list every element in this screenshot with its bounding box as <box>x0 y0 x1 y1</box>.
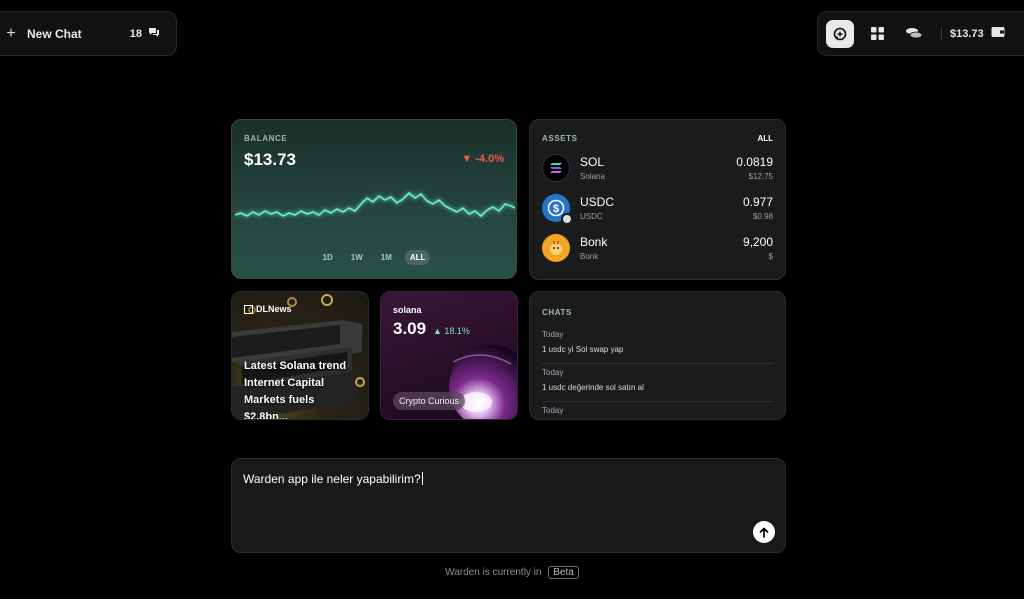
chats-icon[interactable] <box>148 25 160 43</box>
chats-card: CHATS Today 1 usdc yi Sol swap yap Today… <box>529 291 786 420</box>
grid-icon[interactable] <box>863 20 891 48</box>
message-input[interactable]: Warden app ile neler yapabilirim? <box>243 472 423 486</box>
assets-all-link[interactable]: ALL <box>757 134 773 143</box>
chat-plus-icon[interactable] <box>826 19 854 48</box>
chat-title: 1 usdc değerinde sol satın al <box>542 383 644 392</box>
token-change: ▲ 18.1% <box>433 326 470 336</box>
balance-sparkline <box>235 191 515 218</box>
asset-amount: 0.0819 <box>736 155 773 169</box>
token-tag[interactable]: Crypto Curious <box>393 392 466 410</box>
footer-text: Warden is currently in <box>445 567 542 578</box>
dlnews-logo-icon <box>244 304 253 314</box>
range-1w[interactable]: 1W <box>346 250 368 265</box>
solana-icon <box>542 154 570 182</box>
news-headline: Latest Solana trend Internet Capital Mar… <box>244 360 347 420</box>
chat-title: 1 usdc yi Sol swap yap <box>542 345 624 354</box>
bonk-icon <box>542 234 570 262</box>
asset-row-usdc[interactable]: $ USDC USDC 0.977 $0.98 <box>542 193 773 225</box>
footer-note: Warden is currently in Beta <box>0 566 1024 579</box>
asset-usd-value: $ <box>768 252 773 261</box>
arrow-up-icon <box>759 527 769 538</box>
chat-history-item[interactable]: Today <box>542 402 773 419</box>
range-all[interactable]: ALL <box>404 250 431 265</box>
asset-name: USDC <box>580 212 603 221</box>
balance-card[interactable]: BALANCE $13.73 ▼ -4.0% 1D 1W 1M ALL <box>231 119 517 279</box>
plus-icon[interactable]: + <box>5 25 17 42</box>
wallet-icon[interactable] <box>991 25 1005 43</box>
chat-date: Today <box>542 330 564 339</box>
svg-text:$: $ <box>553 203 559 215</box>
divider <box>941 26 942 41</box>
token-price: 3.09 <box>393 319 427 338</box>
coins-icon[interactable] <box>900 20 928 48</box>
asset-usd-value: $12.75 <box>748 172 773 181</box>
chat-date: Today <box>542 406 564 415</box>
asset-name: Bonk <box>580 252 599 261</box>
news-source: DLNews <box>244 304 292 314</box>
assets-card: ASSETS ALL SOL Solana 0.0819 $12.75 $ US… <box>529 119 786 280</box>
message-input-text: Warden app ile neler yapabilirim? <box>243 472 421 486</box>
chats-label: CHATS <box>542 308 572 317</box>
new-chat-bar: + New Chat 18 <box>0 11 177 56</box>
balance-change: ▼ -4.0% <box>461 153 504 165</box>
chat-history-item[interactable]: Today 1 usdc yi Sol swap yap <box>542 326 773 364</box>
new-chat-button[interactable]: New Chat <box>27 27 130 41</box>
asset-symbol: Bonk <box>580 235 608 249</box>
chat-history-item[interactable]: Today 1 usdc değerinde sol satın al <box>542 364 773 402</box>
news-source-label: DLNews <box>256 304 292 314</box>
asset-amount: 9,200 <box>742 235 773 249</box>
usdc-icon: $ <box>542 194 573 225</box>
balance-amount: $13.73 <box>244 150 296 169</box>
range-selector: 1D 1W 1M ALL <box>232 250 516 265</box>
news-card[interactable]: DLNews Latest Solana trend Internet Capi… <box>231 291 369 420</box>
asset-amount: 0.977 <box>742 195 773 209</box>
range-1m[interactable]: 1M <box>376 250 397 265</box>
message-composer[interactable]: Warden app ile neler yapabilirim? <box>231 458 786 553</box>
asset-name: Solana <box>580 172 605 181</box>
asset-row-sol[interactable]: SOL Solana 0.0819 $12.75 <box>542 153 773 183</box>
wallet-balance[interactable]: $13.73 <box>950 28 984 40</box>
asset-row-bonk[interactable]: Bonk Bonk 9,200 $ <box>542 233 773 263</box>
text-caret <box>421 472 423 485</box>
beta-badge: Beta <box>548 566 579 579</box>
asset-usd-value: $0.98 <box>752 212 773 221</box>
chat-date: Today <box>542 368 564 377</box>
token-card[interactable]: solana 3.09 ▲ 18.1% Crypto Curious <box>380 291 518 420</box>
asset-symbol: USDC <box>580 195 615 209</box>
assets-label: ASSETS <box>542 134 578 143</box>
range-1d[interactable]: 1D <box>318 250 338 265</box>
token-name: solana <box>393 305 422 315</box>
send-button[interactable] <box>753 521 775 543</box>
chat-count: 18 <box>129 27 142 40</box>
top-toolbar: $13.73 <box>817 11 1024 56</box>
asset-symbol: SOL <box>580 155 605 169</box>
balance-label: BALANCE <box>244 134 288 143</box>
